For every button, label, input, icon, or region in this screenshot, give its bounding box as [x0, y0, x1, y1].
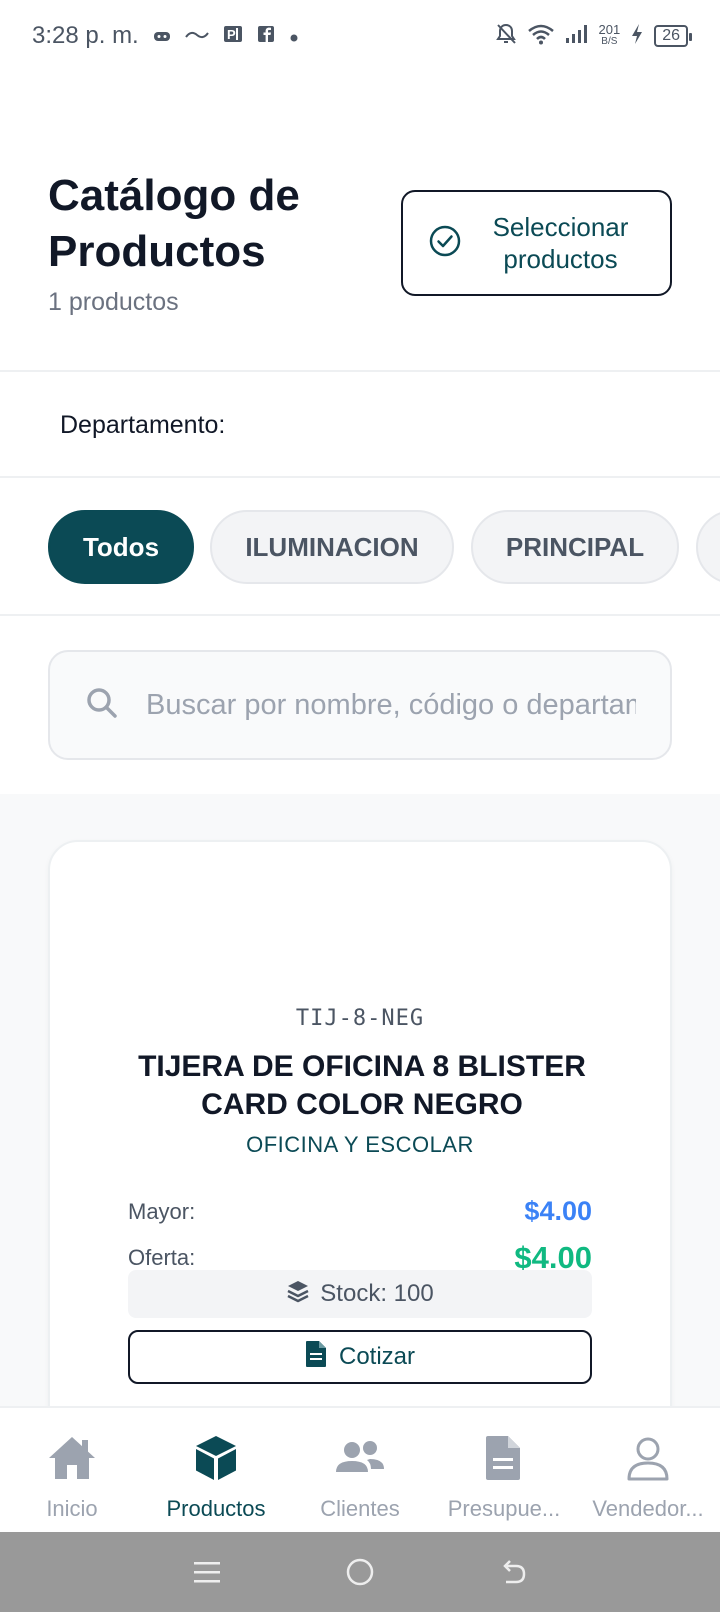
quote-label: Cotizar — [338, 1343, 416, 1370]
box-icon — [192, 1434, 240, 1488]
svg-text:P: P — [227, 27, 236, 42]
net-speed-value: 201 — [598, 22, 621, 37]
search-input[interactable] — [146, 688, 636, 722]
product-card[interactable]: TIJ-8-NEG TIJERA DE OFICINA 8 BLISTER CA… — [48, 840, 672, 1406]
chip-label: ILUMINACION — [245, 531, 419, 562]
status-right: 201 B/S 26 — [495, 22, 692, 51]
nav-label: Presupue... — [447, 1496, 561, 1521]
category-chips: Todos ILUMINACION PRINCIPAL — [0, 480, 720, 616]
status-left: 3:28 p. m. P — [32, 22, 299, 50]
home-icon — [46, 1434, 98, 1488]
charging-icon — [630, 23, 644, 50]
department-filter[interactable]: Departamento: — [0, 374, 720, 478]
system-nav-bar — [0, 1532, 720, 1612]
stock-badge: Stock: 100 — [128, 1270, 592, 1318]
battery-level: 26 — [662, 27, 680, 44]
status-time: 3:28 p. m. — [32, 22, 139, 49]
document-icon — [484, 1434, 524, 1488]
net-speed-unit: B/S — [601, 36, 618, 47]
chip-label: Todos — [82, 531, 160, 562]
nav-label: Vendedor... — [592, 1496, 704, 1521]
quote-button[interactable]: Cotizar — [128, 1330, 592, 1384]
search-section — [0, 618, 720, 794]
bottom-navigation: Inicio Productos Clientes Presupue... Ve… — [0, 1406, 720, 1532]
product-list: TIJ-8-NEG TIJERA DE OFICINA 8 BLISTER CA… — [0, 794, 720, 1406]
nav-productos[interactable]: Productos — [144, 1408, 288, 1532]
status-bar: 3:28 p. m. P 201 B/S 26 — [0, 0, 720, 72]
nav-label: Clientes — [320, 1496, 400, 1521]
home-circle-icon[interactable] — [330, 1542, 390, 1602]
product-name: TIJERA DE OFICINA 8 BLISTER CARD COLOR N… — [138, 1050, 586, 1121]
user-icon — [624, 1434, 672, 1488]
layers-icon — [286, 1279, 310, 1310]
wifi-icon — [527, 23, 555, 50]
chip-label: PRINCIPAL — [505, 531, 645, 562]
chip-iluminacion[interactable]: ILUMINACION — [210, 510, 454, 584]
check-circle-icon — [428, 224, 462, 263]
department-label: Departamento: — [60, 410, 226, 439]
nav-inicio[interactable]: Inicio — [0, 1408, 144, 1532]
price-mayor-row: Mayor: $4.00 — [128, 1196, 592, 1227]
search-box[interactable] — [48, 650, 672, 760]
select-products-button[interactable]: Seleccionar productos — [401, 190, 672, 296]
chip-more[interactable] — [696, 510, 720, 584]
chip-principal[interactable]: PRINCIPAL — [471, 510, 679, 584]
document-icon — [305, 1340, 327, 1375]
catalog-header: Catálogo de Productos 1 productos Selecc… — [0, 72, 720, 372]
net-speed: 201 B/S — [598, 22, 621, 48]
facebook-icon — [257, 22, 275, 50]
price-mayor-value: $4.00 — [524, 1196, 592, 1226]
parking-icon: P — [223, 22, 243, 50]
nav-label: Inicio — [46, 1496, 98, 1521]
menu-icon[interactable] — [177, 1542, 237, 1602]
dot-icon — [289, 22, 299, 50]
game-controller-icon — [153, 22, 171, 50]
nav-label: Productos — [166, 1496, 266, 1521]
product-count: 1 productos — [48, 288, 179, 316]
price-mayor-label: Mayor: — [128, 1198, 196, 1224]
chip-todos[interactable]: Todos — [48, 510, 194, 584]
product-sku: TIJ-8-NEG — [295, 1006, 425, 1031]
product-department: OFICINA Y ESCOLAR — [246, 1132, 474, 1157]
nav-clientes[interactable]: Clientes — [288, 1408, 432, 1532]
battery-indicator: 26 — [654, 25, 692, 47]
nav-vendedor[interactable]: Vendedor... — [576, 1408, 720, 1532]
search-icon — [84, 685, 120, 726]
signal-icon — [565, 24, 589, 49]
price-oferta-label: Oferta: — [128, 1245, 196, 1270]
nav-presupuestos[interactable]: Presupue... — [432, 1408, 576, 1532]
back-icon[interactable] — [483, 1542, 543, 1602]
select-products-label: Seleccionar productos — [492, 212, 629, 274]
bell-off-icon — [495, 22, 517, 51]
hummy-icon — [184, 28, 209, 45]
users-icon — [334, 1434, 386, 1488]
page-title: Catálogo de Productos — [48, 171, 300, 276]
stock-text: Stock: 100 — [320, 1280, 434, 1307]
